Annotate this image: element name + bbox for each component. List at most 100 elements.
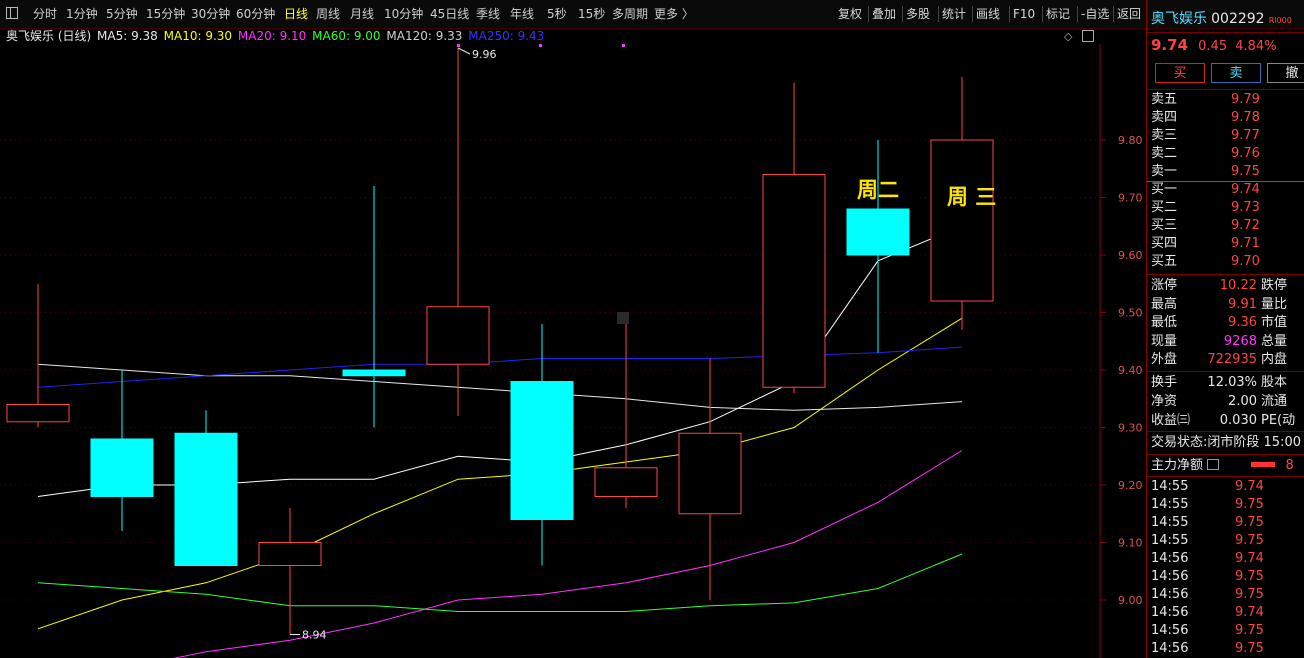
ma20-value: MA20: 9.10 <box>237 29 307 43</box>
bid-row[interactable]: 买四 9.71 <box>1151 235 1304 253</box>
position-marker <box>617 312 629 324</box>
bid-row[interactable]: 买五 9.70 <box>1151 253 1304 271</box>
stat-value: 10.22 <box>1219 278 1257 293</box>
order-level-label: 买一 <box>1151 182 1178 197</box>
ask-row[interactable]: 卖三 9.77 <box>1151 127 1304 145</box>
ask-row[interactable]: 卖四 9.78 <box>1151 109 1304 127</box>
quote-stat-row: 现量 9268 总量 <box>1151 333 1304 351</box>
stat-value: 2.00 <box>1228 394 1257 409</box>
stat-label-2: 流通 <box>1261 394 1288 409</box>
chart-tool-button[interactable]: -自选 <box>1081 5 1109 23</box>
period-tab[interactable]: 多周期 <box>612 6 648 22</box>
period-tab[interactable]: 60分钟 <box>236 6 275 22</box>
annotation-wednesday: 周 三 <box>947 185 996 209</box>
order-level-label: 买二 <box>1151 200 1178 215</box>
candlestick-chart[interactable]: 9.00 9.10 9.20 9.30 9.40 9.50 9.60 9.70 9.80 9.9… <box>0 44 1146 658</box>
period-tab[interactable]: 30分钟 <box>191 6 230 22</box>
order-level-price: 9.76 <box>1231 146 1260 161</box>
panel-toggle-icon[interactable] <box>1082 30 1094 42</box>
chart-tool-button[interactable]: 多股 <box>906 5 930 23</box>
period-tab[interactable]: 5秒 <box>547 6 567 22</box>
period-tab[interactable]: 周线 <box>316 6 340 22</box>
period-tab[interactable]: 45日线 <box>430 6 469 22</box>
stat-label: 收益㈢ <box>1151 413 1191 428</box>
chart-tool-button[interactable]: 画线 <box>976 5 1000 23</box>
y-tick-label: 9.50 <box>1118 307 1143 320</box>
tick-time: 14:55 <box>1151 533 1189 548</box>
period-tab[interactable]: 日线 <box>284 6 308 22</box>
chart-tool-button[interactable]: F10 <box>1013 5 1035 23</box>
tick-time: 14:56 <box>1151 551 1189 566</box>
period-tab[interactable]: 5分钟 <box>106 6 138 22</box>
chart-marks: 9.96 8.94 周二 周 三 <box>290 44 996 642</box>
y-tick-label: 9.20 <box>1118 479 1143 492</box>
order-level-price: 9.70 <box>1231 254 1260 269</box>
period-tab[interactable]: 15秒 <box>578 6 605 22</box>
sell-button[interactable]: 卖 <box>1211 63 1261 83</box>
diamond-icon[interactable]: ◇ <box>1064 30 1072 43</box>
layout-toggle-icon[interactable] <box>6 7 18 19</box>
tick-time: 14:56 <box>1151 623 1189 638</box>
bid-row[interactable]: 买二 9.73 <box>1151 199 1304 217</box>
price-change: 0.45 <box>1198 39 1228 54</box>
tick-row: 14:55 9.75 <box>1151 514 1304 532</box>
ma250-value: MA250: 9.43 <box>468 29 545 43</box>
candle-body <box>90 438 154 497</box>
tick-price: 9.74 <box>1235 605 1264 620</box>
chart-tool-button[interactable]: 叠加 <box>872 5 896 23</box>
chart-tool-button[interactable]: 统计 <box>942 5 966 23</box>
chart-tool-button[interactable]: 复权 <box>838 5 862 23</box>
stock-name: 奥飞娱乐 <box>1151 11 1207 27</box>
period-tab[interactable]: 15分钟 <box>146 6 185 22</box>
tick-price: 9.75 <box>1235 587 1264 602</box>
order-level-label: 买四 <box>1151 236 1178 251</box>
low-value-label: 8.94 <box>302 629 327 642</box>
list-icon[interactable] <box>1207 459 1220 470</box>
high-value-label: 9.96 <box>472 48 497 61</box>
stat-label: 外盘 <box>1151 352 1178 367</box>
cancel-order-button[interactable]: 撤 <box>1267 63 1304 83</box>
stat-label-2: PE(动 <box>1261 413 1296 428</box>
tick-row: 14:55 9.75 <box>1151 496 1304 514</box>
ma10-value: MA10: 9.30 <box>163 29 233 43</box>
stat-label: 涨停 <box>1151 278 1178 293</box>
stat-label-2: 总量 <box>1261 333 1288 349</box>
order-level-price: 9.72 <box>1231 218 1260 233</box>
order-level-price: 9.74 <box>1231 182 1260 197</box>
period-tab[interactable]: 月线 <box>350 6 374 22</box>
tick-time: 14:56 <box>1151 569 1189 584</box>
period-tab[interactable]: 季线 <box>476 6 500 22</box>
stat-value: 9.36 <box>1228 315 1257 330</box>
order-level-label: 卖五 <box>1151 92 1178 107</box>
bid-row[interactable]: 买三 9.72 <box>1151 217 1304 235</box>
period-tab[interactable]: 更多 〉 <box>654 6 694 22</box>
tick-price: 9.75 <box>1235 497 1264 512</box>
buy-button[interactable]: 买 <box>1155 63 1205 83</box>
stat-label-2: 市值 <box>1261 315 1288 330</box>
ask-row[interactable]: 卖二 9.76 <box>1151 145 1304 163</box>
candles <box>6 48 994 635</box>
tick-row: 14:56 9.74 <box>1151 604 1304 622</box>
y-tick-label: 9.40 <box>1118 364 1143 377</box>
period-tab[interactable]: 10分钟 <box>384 6 423 22</box>
ask-row[interactable]: 卖一 9.75 <box>1151 163 1304 181</box>
period-tab[interactable]: 年线 <box>510 6 534 22</box>
y-tick-label: 9.10 <box>1118 537 1143 550</box>
candle-body <box>930 139 994 302</box>
stat-label: 净资 <box>1151 394 1178 409</box>
chart-tool-button[interactable]: 返回 <box>1117 5 1141 23</box>
ask-row[interactable]: 卖五 9.79 <box>1151 91 1304 109</box>
stat-label: 现量 <box>1151 333 1178 349</box>
y-tick-label: 9.30 <box>1118 422 1143 435</box>
tick-price: 9.75 <box>1235 641 1264 656</box>
tick-price: 9.74 <box>1235 479 1264 494</box>
period-tab[interactable]: 1分钟 <box>66 6 98 22</box>
tick-price: 9.75 <box>1235 533 1264 548</box>
period-tab[interactable]: 分时 <box>33 6 57 22</box>
candle-body <box>426 306 490 365</box>
order-level-label: 卖二 <box>1151 146 1178 161</box>
tick-row: 14:56 9.75 <box>1151 622 1304 640</box>
bid-row[interactable]: 买一 9.74 <box>1151 181 1304 199</box>
event-dot <box>457 44 460 47</box>
chart-tool-button[interactable]: 标记 <box>1046 5 1070 23</box>
